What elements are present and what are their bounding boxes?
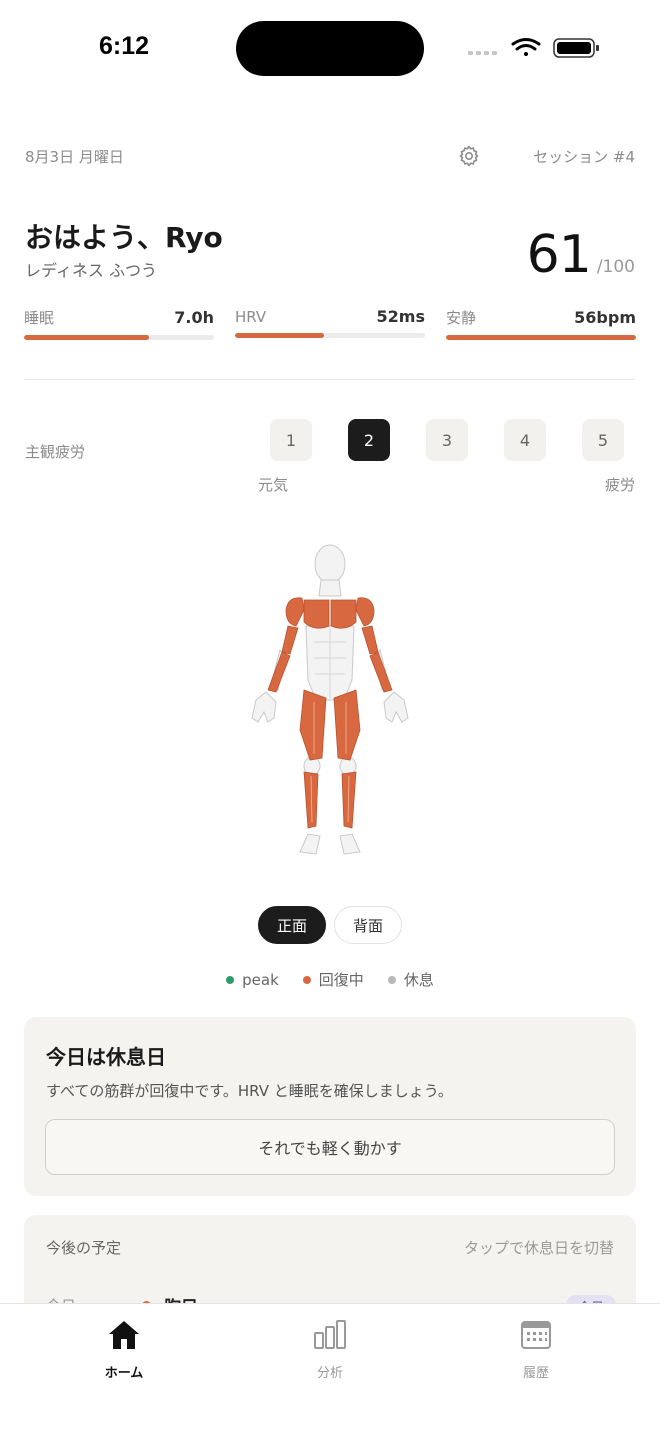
legend-label: 回復中	[318, 971, 364, 989]
right-foot	[339, 833, 361, 855]
metric-label: HRV	[235, 308, 267, 326]
status-bar-time: 6:12	[99, 32, 150, 60]
right-quadriceps	[333, 689, 361, 761]
metric-label: 安静	[446, 309, 477, 327]
back-view-button[interactable]: 背面	[334, 906, 402, 944]
tab-analysis[interactable]: 分析	[270, 1318, 390, 1381]
metric-value: 52ms	[376, 307, 425, 326]
bottom-tab-bar: ホーム 分析 履歴	[0, 1303, 660, 1434]
metric-value: 7.0h	[174, 308, 214, 327]
left-pectoral	[303, 599, 330, 629]
legend-dot	[226, 975, 235, 984]
metric-progress-track	[235, 333, 425, 338]
rest-card-title: 今日は休息日	[46, 1045, 166, 1069]
metric-resting-hr: 安静 56bpm	[446, 307, 636, 340]
session-counter: セッション #4	[533, 148, 635, 166]
fatigue-option-2[interactable]: 2	[348, 419, 390, 461]
readiness-score: 61 /100	[527, 225, 635, 285]
legend-label: peak	[242, 970, 279, 989]
tab-history[interactable]: 履歴	[476, 1318, 596, 1381]
legend-item-recovering: 回復中	[302, 969, 364, 990]
legend-item-peak: peak	[226, 969, 279, 990]
score-max: /100	[596, 257, 635, 277]
readiness-status: レディネス ふつう	[25, 261, 157, 280]
legend-dot	[387, 975, 396, 984]
schedule-title: 今後の予定	[46, 1239, 122, 1257]
metric-progress-fill	[24, 335, 150, 340]
dynamic-island	[236, 21, 424, 76]
tab-label: 履歴	[522, 1366, 549, 1381]
fatigue-label: 主観疲労	[25, 443, 86, 461]
status-icons	[468, 38, 599, 58]
schedule-hint: タップで休息日を切替	[463, 1239, 614, 1257]
legend-item-rest: 休息	[387, 969, 434, 990]
left-quadriceps	[299, 689, 327, 761]
left-foot	[299, 833, 321, 855]
fatigue-option-1[interactable]: 1	[270, 419, 312, 461]
metric-hrv: HRV 52ms	[235, 307, 425, 338]
front-view-button[interactable]: 正面	[258, 906, 326, 944]
calendar-icon	[521, 1321, 551, 1349]
section-divider	[25, 379, 635, 380]
metric-progress-fill	[235, 333, 325, 338]
right-biceps	[361, 625, 379, 655]
wifi-icon	[511, 38, 541, 56]
metric-value: 56bpm	[574, 308, 636, 327]
rest-day-card: 今日は休息日 すべての筋群が回復中です。HRV と睡眠を確保しましょう。 それで…	[24, 1017, 636, 1196]
tab-home[interactable]: ホーム	[64, 1318, 184, 1381]
legend-label: 休息	[403, 971, 434, 989]
tab-label: ホーム	[104, 1366, 144, 1381]
head	[314, 544, 346, 584]
right-deltoid	[355, 597, 375, 627]
metric-progress-track	[446, 335, 636, 340]
metric-sleep: 睡眠 7.0h	[24, 307, 214, 340]
neck	[318, 579, 342, 597]
left-deltoid	[285, 597, 305, 627]
home-icon	[109, 1321, 139, 1349]
muscle-map-figure[interactable]	[240, 540, 420, 860]
fatigue-option-3[interactable]: 3	[426, 419, 468, 461]
legend-dot	[302, 975, 311, 984]
battery-icon	[553, 38, 599, 58]
tab-label: 分析	[316, 1366, 343, 1381]
fatigue-option-5[interactable]: 5	[582, 419, 624, 461]
greeting-title: おはよう、Ryo	[25, 221, 223, 254]
right-pectoral	[330, 599, 357, 629]
metric-progress-fill	[446, 335, 636, 340]
rest-card-description: すべての筋群が回復中です。HRV と睡眠を確保しましょう。	[46, 1082, 453, 1100]
header-date: 8月3日 月曜日	[25, 148, 124, 166]
signal-icon	[468, 51, 497, 55]
fatigue-scale-low: 元気	[258, 476, 289, 494]
metric-progress-track	[24, 335, 214, 340]
fatigue-scale-high: 疲労	[604, 476, 635, 494]
score-value: 61	[526, 225, 592, 285]
gear-icon[interactable]	[457, 144, 481, 168]
light-activity-button[interactable]: それでも軽く動かす	[45, 1119, 615, 1175]
right-hand	[383, 691, 409, 723]
left-hand	[251, 691, 277, 723]
metric-label: 睡眠	[24, 309, 55, 327]
fatigue-option-4[interactable]: 4	[504, 419, 546, 461]
left-biceps	[281, 625, 299, 655]
body-view-toggle: 正面 背面	[258, 906, 402, 944]
bar-chart-icon	[314, 1320, 346, 1349]
status-legend: peak 回復中 休息	[0, 969, 660, 990]
